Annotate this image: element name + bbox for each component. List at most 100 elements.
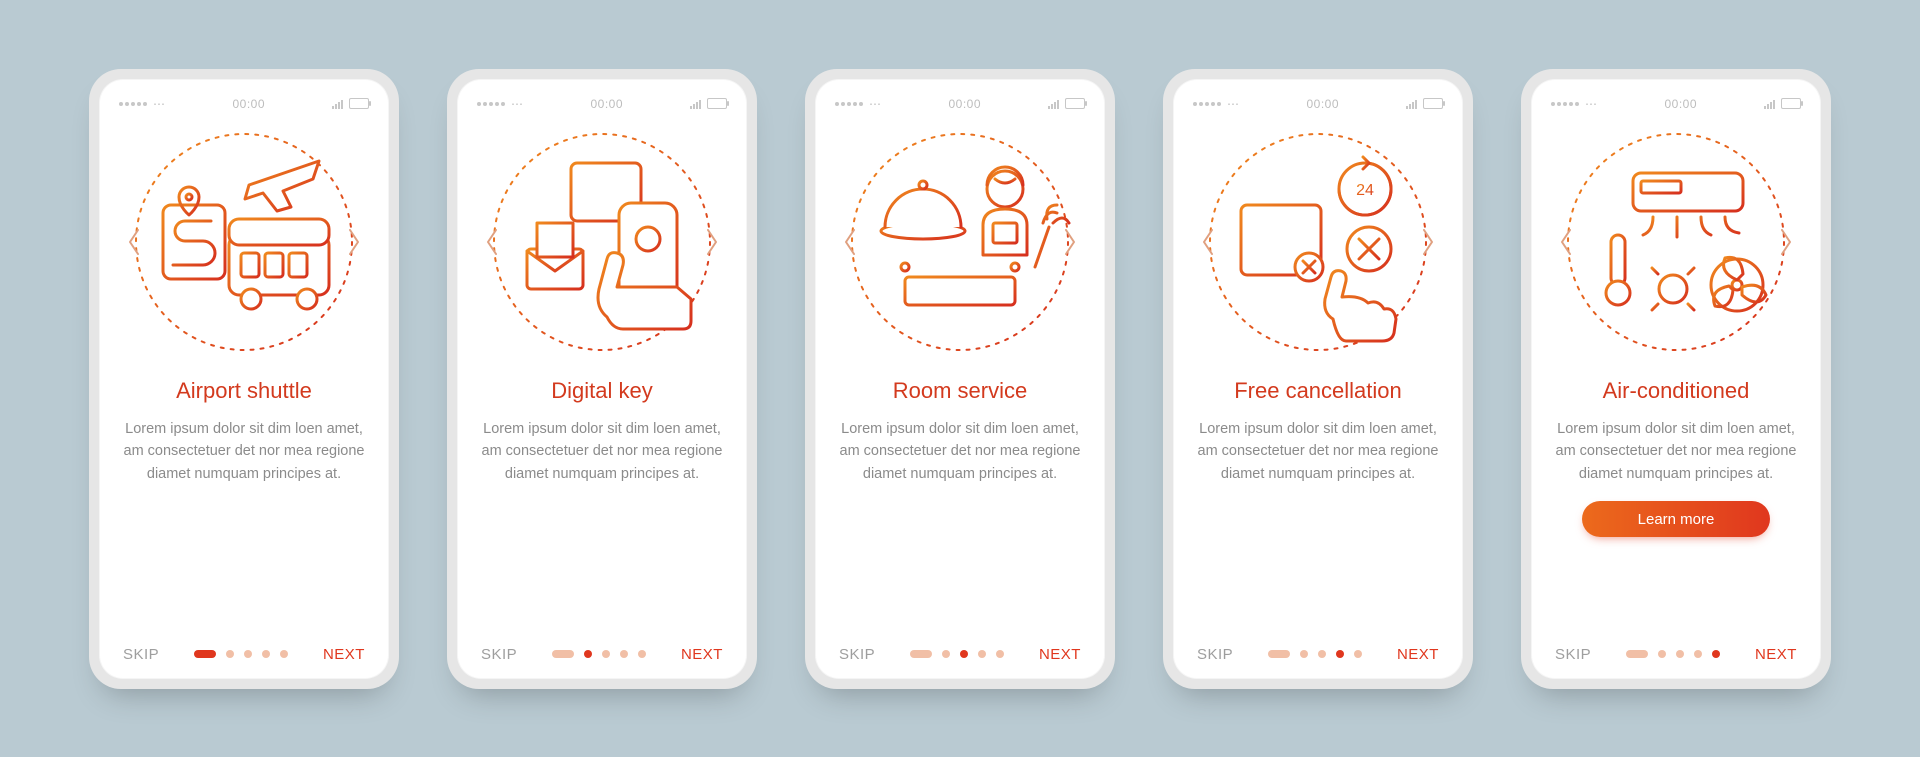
status-dots-icon — [119, 102, 147, 106]
next-button[interactable]: NEXT — [1397, 646, 1439, 663]
status-time: 00:00 — [590, 97, 623, 111]
pager-dot[interactable] — [620, 650, 628, 658]
battery-icon — [707, 98, 727, 109]
pager-dot[interactable] — [1268, 650, 1290, 658]
status-bar: ⋯ 00:00 — [1551, 97, 1801, 111]
onboarding-screen: ⋯ 00:00 — [457, 79, 747, 679]
phone-frame: ⋯ 00:00 — [89, 69, 399, 689]
onboarding-title: Room service — [893, 377, 1027, 405]
onboarding-title: Free cancellation — [1234, 377, 1402, 405]
status-bar: ⋯ 00:00 — [1193, 97, 1443, 111]
bottom-controls: SKIP NEXT — [477, 640, 727, 665]
signal-icon — [690, 99, 701, 109]
skip-button[interactable]: SKIP — [839, 646, 875, 663]
status-time: 00:00 — [1664, 97, 1697, 111]
pager-dot[interactable] — [1354, 650, 1362, 658]
pager-dot[interactable] — [638, 650, 646, 658]
onboarding-description: Lorem ipsum dolor sit dim loen amet, am … — [119, 418, 369, 485]
airport-shuttle-illustration — [129, 127, 359, 357]
pager-dot[interactable] — [226, 650, 234, 658]
onboarding-title: Airport shuttle — [176, 377, 312, 405]
onboarding-screen: ⋯ 00:00 — [99, 79, 389, 679]
mockup-stage: ⋯ 00:00 — [0, 0, 1920, 757]
pager-dot[interactable] — [194, 650, 216, 658]
onboarding-screen: ⋯ 00:00 — [815, 79, 1105, 679]
pager-dot[interactable] — [1676, 650, 1684, 658]
pager-dot[interactable] — [910, 650, 932, 658]
skip-button[interactable]: SKIP — [481, 646, 517, 663]
pager-dot[interactable] — [1300, 650, 1308, 658]
pager-dot[interactable] — [1694, 650, 1702, 658]
page-indicator — [1626, 650, 1720, 658]
phone-frame: ⋯ 00:00 — [447, 69, 757, 689]
carrier-icon: ⋯ — [511, 97, 524, 111]
signal-icon — [1406, 99, 1417, 109]
bottom-controls: SKIP NEXT — [1193, 640, 1443, 665]
bottom-controls: SKIP NEXT — [119, 640, 369, 665]
status-time: 00:00 — [232, 97, 265, 111]
phone-frame: ⋯ 00:00 — [1521, 69, 1831, 689]
battery-icon — [1423, 98, 1443, 109]
status-dots-icon — [835, 102, 863, 106]
pager-dot[interactable] — [978, 650, 986, 658]
onboarding-title: Air-conditioned — [1603, 377, 1750, 405]
page-indicator — [194, 650, 288, 658]
signal-icon — [332, 99, 343, 109]
free-cancellation-illustration: 24 — [1203, 127, 1433, 357]
carrier-icon: ⋯ — [1585, 97, 1598, 111]
next-button[interactable]: NEXT — [1755, 646, 1797, 663]
page-indicator — [1268, 650, 1362, 658]
pager-dot[interactable] — [1658, 650, 1666, 658]
pager-dot[interactable] — [280, 650, 288, 658]
status-bar: ⋯ 00:00 — [477, 97, 727, 111]
page-indicator — [552, 650, 646, 658]
pager-dot[interactable] — [1336, 650, 1344, 658]
next-button[interactable]: NEXT — [681, 646, 723, 663]
pager-dot[interactable] — [262, 650, 270, 658]
skip-button[interactable]: SKIP — [1555, 646, 1591, 663]
status-time: 00:00 — [1306, 97, 1339, 111]
next-button[interactable]: NEXT — [1039, 646, 1081, 663]
learn-more-button[interactable]: Learn more — [1582, 501, 1770, 537]
battery-icon — [1781, 98, 1801, 109]
signal-icon — [1764, 99, 1775, 109]
pager-dot[interactable] — [244, 650, 252, 658]
pager-dot[interactable] — [552, 650, 574, 658]
pager-dot[interactable] — [942, 650, 950, 658]
svg-text:24: 24 — [1356, 182, 1374, 199]
onboarding-title: Digital key — [551, 377, 652, 405]
air-conditioned-illustration — [1561, 127, 1791, 357]
next-button[interactable]: NEXT — [323, 646, 365, 663]
bottom-controls: SKIP NEXT — [835, 640, 1085, 665]
pager-dot[interactable] — [602, 650, 610, 658]
battery-icon — [349, 98, 369, 109]
status-dots-icon — [1193, 102, 1221, 106]
bottom-controls: SKIP NEXT — [1551, 640, 1801, 665]
signal-icon — [1048, 99, 1059, 109]
status-time: 00:00 — [948, 97, 981, 111]
onboarding-description: Lorem ipsum dolor sit dim loen amet, am … — [1551, 418, 1801, 485]
carrier-icon: ⋯ — [1227, 97, 1240, 111]
pager-dot[interactable] — [1712, 650, 1720, 658]
page-indicator — [910, 650, 1004, 658]
phone-frame: ⋯ 00:00 — [805, 69, 1115, 689]
skip-button[interactable]: SKIP — [1197, 646, 1233, 663]
status-dots-icon — [477, 102, 505, 106]
pager-dot[interactable] — [584, 650, 592, 658]
pager-dot[interactable] — [960, 650, 968, 658]
onboarding-screen: ⋯ 00:00 24 — [1173, 79, 1463, 679]
pager-dot[interactable] — [1626, 650, 1648, 658]
battery-icon — [1065, 98, 1085, 109]
room-service-illustration — [845, 127, 1075, 357]
onboarding-description: Lorem ipsum dolor sit dim loen amet, am … — [835, 418, 1085, 485]
pager-dot[interactable] — [1318, 650, 1326, 658]
carrier-icon: ⋯ — [869, 97, 882, 111]
status-bar: ⋯ 00:00 — [119, 97, 369, 111]
pager-dot[interactable] — [996, 650, 1004, 658]
status-bar: ⋯ 00:00 — [835, 97, 1085, 111]
skip-button[interactable]: SKIP — [123, 646, 159, 663]
digital-key-illustration — [487, 127, 717, 357]
onboarding-description: Lorem ipsum dolor sit dim loen amet, am … — [1193, 418, 1443, 485]
onboarding-screen: ⋯ 00:00 — [1531, 79, 1821, 679]
carrier-icon: ⋯ — [153, 97, 166, 111]
